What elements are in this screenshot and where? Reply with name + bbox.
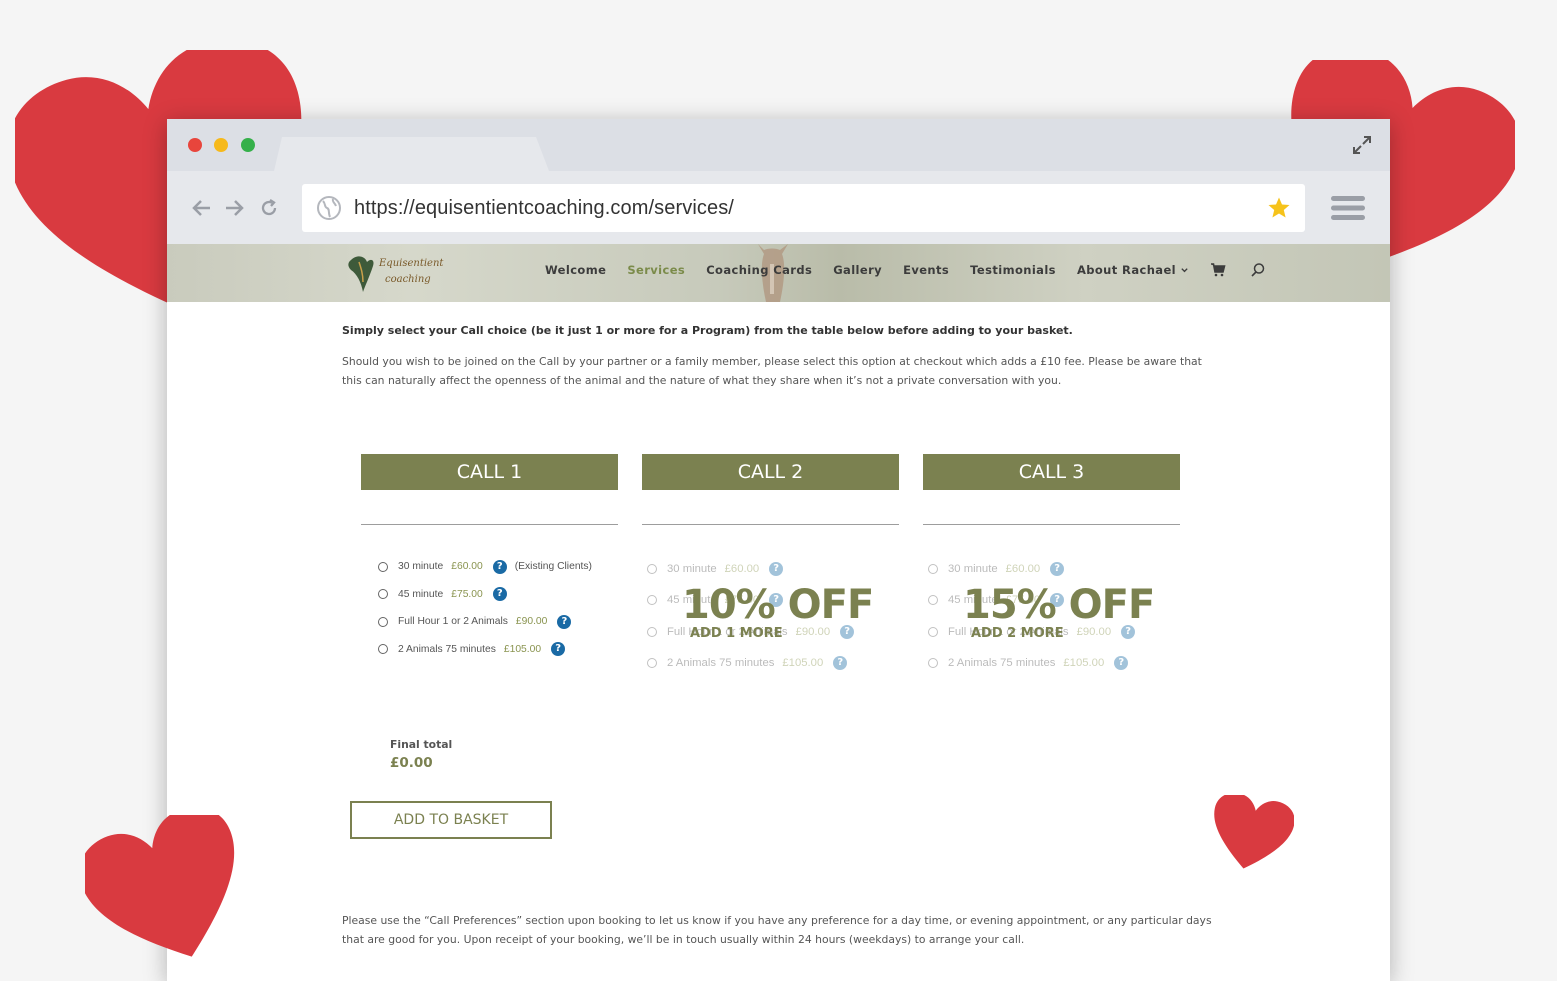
option-label: 2 Animals 75 minutes (667, 657, 775, 670)
bookmark-star-icon[interactable] (1267, 196, 1291, 220)
divider (923, 524, 1180, 525)
option-note: (Existing Clients) (514, 561, 592, 573)
radio-button[interactable] (928, 595, 938, 606)
call-1-option-45-minute[interactable]: 45 minute £75.00 ? (361, 581, 618, 609)
expand-icon[interactable] (1352, 135, 1372, 155)
help-icon[interactable]: ? (557, 614, 572, 629)
radio-button[interactable] (928, 626, 938, 637)
radio-button[interactable] (378, 616, 388, 627)
radio-button[interactable] (647, 626, 657, 637)
svg-text:Equisentient: Equisentient (378, 258, 444, 269)
address-bar[interactable]: https://equisentientcoaching.com/service… (302, 184, 1305, 232)
reload-icon[interactable] (258, 197, 280, 219)
site-header: Equisentient coaching Welcome Services C… (167, 244, 1390, 302)
nav-item-about-rachael[interactable]: About Rachael (1077, 263, 1189, 277)
close-window-button[interactable] (188, 138, 202, 152)
chevron-down-icon (1181, 267, 1188, 272)
url-text[interactable]: https://equisentientcoaching.com/service… (354, 197, 734, 220)
call-1-options: 30 minute £60.00 ? (Existing Clients) 45… (361, 553, 618, 663)
radio-button[interactable] (647, 563, 657, 574)
help-icon[interactable]: ? (1114, 656, 1129, 671)
option-label: Full Hour 1 or 2 Animals (398, 616, 508, 628)
back-arrow-icon[interactable] (191, 197, 213, 219)
browser-window: https://equisentientcoaching.com/service… (167, 119, 1390, 981)
call-preferences-note: Please use the “Call Preferences” sectio… (342, 914, 1212, 946)
radio-button[interactable] (378, 589, 388, 600)
option-price: £105.00 (782, 657, 824, 670)
option-label: 2 Animals 75 minutes (948, 657, 1056, 670)
main-nav: Welcome Services Coaching Cards Gallery … (545, 262, 1290, 278)
nav-item-gallery[interactable]: Gallery (833, 263, 882, 277)
intro-heading: Simply select your Call choice (be it ju… (342, 324, 1073, 337)
help-icon[interactable]: ? (551, 642, 566, 657)
option-price: £60.00 (451, 561, 483, 573)
call-2-option-30-minute[interactable]: 30 minute £60.00 ? (642, 553, 899, 585)
help-icon[interactable]: ? (1050, 561, 1065, 576)
option-price: £105.00 (1063, 657, 1105, 670)
call-1-header: CALL 1 (361, 454, 618, 490)
option-label: 30 minute (667, 562, 717, 575)
radio-button[interactable] (647, 658, 657, 669)
option-price: £105.00 (503, 643, 542, 655)
radio-button[interactable] (928, 658, 938, 669)
divider (361, 524, 618, 525)
discount-badge: 15% OFF (963, 582, 1155, 628)
call-3-option-75-minutes[interactable]: 2 Animals 75 minutes £105.00 ? (923, 648, 1180, 680)
nav-item-events[interactable]: Events (903, 263, 949, 277)
radio-button[interactable] (378, 644, 388, 655)
radio-button[interactable] (378, 561, 388, 572)
tab-strip (167, 119, 1390, 171)
call-2-header: CALL 2 (642, 454, 899, 490)
forward-arrow-icon[interactable] (223, 197, 245, 219)
globe-icon (317, 196, 341, 220)
call-1-column: CALL 1 30 minute £60.00 ? (Existing Clie… (361, 454, 618, 663)
final-total-value: £0.00 (390, 755, 433, 771)
nav-item-coaching-cards[interactable]: Coaching Cards (706, 263, 812, 277)
option-price: £60.00 (1005, 562, 1041, 575)
intro-paragraph: Should you wish to be joined on the Call… (342, 355, 1202, 387)
heart-bottom-right-decoration (1214, 795, 1294, 869)
option-label: 30 minute (948, 562, 998, 575)
add-to-basket-button[interactable]: ADD TO BASKET (350, 801, 552, 839)
call-1-option-30-minute[interactable]: 30 minute £60.00 ? (Existing Clients) (361, 553, 618, 581)
hamburger-menu-icon[interactable] (1331, 193, 1365, 223)
search-icon[interactable] (1250, 262, 1266, 278)
call-3-header: CALL 3 (923, 454, 1180, 490)
nav-item-services[interactable]: Services (627, 263, 685, 277)
discount-subtext: ADD 2 MORE (971, 626, 1064, 641)
minimize-window-button[interactable] (214, 138, 228, 152)
option-label: 30 minute (398, 561, 444, 573)
option-price: £60.00 (724, 562, 760, 575)
maximize-window-button[interactable] (241, 138, 255, 152)
call-2-column: CALL 2 30 minute £60.00 ? 45 minute £75.… (642, 454, 899, 679)
browser-tab[interactable] (274, 137, 549, 171)
help-icon[interactable]: ? (492, 587, 507, 602)
nav-item-testimonials[interactable]: Testimonials (970, 263, 1056, 277)
call-3-option-30-minute[interactable]: 30 minute £60.00 ? (923, 553, 1180, 585)
call-1-option-75-minutes[interactable]: 2 Animals 75 minutes £105.00 ? (361, 636, 618, 664)
call-2-option-75-minutes[interactable]: 2 Animals 75 minutes £105.00 ? (642, 648, 899, 680)
heart-bottom-left-decoration (85, 815, 235, 957)
discount-subtext: ADD 1 MORE (690, 626, 783, 641)
help-icon[interactable]: ? (492, 559, 507, 574)
nav-item-welcome[interactable]: Welcome (545, 263, 606, 277)
cart-icon[interactable] (1210, 262, 1226, 278)
help-icon[interactable]: ? (769, 561, 784, 576)
help-icon[interactable]: ? (833, 656, 848, 671)
final-total-label: Final total (390, 738, 453, 751)
call-1-option-full-hour[interactable]: Full Hour 1 or 2 Animals £90.00 ? (361, 608, 618, 636)
option-label: 2 Animals 75 minutes (398, 643, 496, 655)
site-logo[interactable]: Equisentient coaching (345, 248, 445, 294)
option-price: £90.00 (515, 616, 548, 628)
call-3-column: CALL 3 30 minute £60.00 ? 45 minute £75.… (923, 454, 1180, 679)
nav-item-about-rachael-label: About Rachael (1076, 263, 1176, 277)
browser-toolbar: https://equisentientcoaching.com/service… (167, 171, 1390, 244)
radio-button[interactable] (647, 595, 657, 606)
discount-badge: 10% OFF (682, 582, 874, 628)
svg-text:coaching: coaching (385, 274, 431, 285)
radio-button[interactable] (928, 563, 938, 574)
divider (642, 524, 899, 525)
option-label: 45 minute (398, 588, 444, 600)
option-price: £75.00 (451, 588, 483, 600)
